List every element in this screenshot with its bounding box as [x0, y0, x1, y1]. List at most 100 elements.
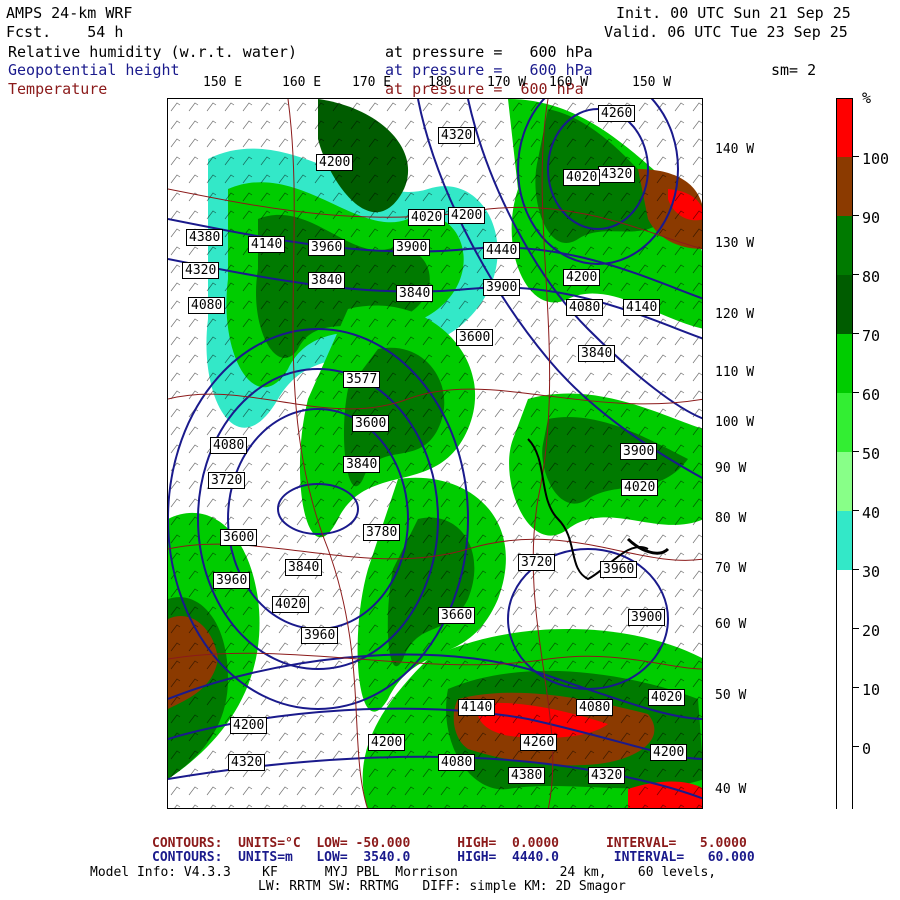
colorbar-label: 10	[862, 681, 881, 699]
height-label: 3840	[578, 345, 616, 362]
height-label: 3900	[620, 443, 658, 460]
height-label: 4260	[520, 734, 558, 751]
height-label: 4140	[623, 299, 661, 316]
height-label: 3660	[438, 607, 476, 624]
colorbar-label: 60	[862, 386, 881, 404]
height-label: 3960	[301, 627, 339, 644]
model-info-line1: Model Info: V4.3.3 KF MYJ PBL Morrison 2…	[90, 865, 717, 880]
colorbar-segment-white	[837, 570, 852, 810]
temperature-contour-info: CONTOURS: UNITS=°C LOW= -50.000 HIGH= 0.…	[152, 836, 747, 851]
colorbar-label: 100	[862, 150, 890, 168]
colorbar-label: 0	[862, 740, 872, 758]
height-label: 3600	[352, 415, 390, 432]
height-label: 4200	[230, 717, 268, 734]
colorbar-tick	[853, 333, 859, 334]
lat-label: 110 W	[715, 365, 755, 380]
height-label: 4020	[272, 596, 310, 613]
colorbar-tick	[853, 569, 859, 570]
colorbar-tick	[853, 156, 859, 157]
lat-label: 50 W	[715, 688, 747, 703]
height-label: 4200	[368, 734, 406, 751]
colorbar-label: 50	[862, 445, 881, 463]
field3-name: Temperature	[8, 80, 108, 98]
height-label: 4260	[598, 105, 636, 122]
colorbar-segment-50	[837, 393, 852, 452]
lat-label: 120 W	[715, 307, 755, 322]
colorbar-label: 80	[862, 268, 881, 286]
height-label: 3780	[363, 524, 401, 541]
height-label: 4020	[563, 169, 601, 186]
colorbar-tick	[853, 628, 859, 629]
colorbar-label: 90	[862, 209, 881, 227]
height-label: 3840	[308, 272, 346, 289]
height-label: 3900	[393, 239, 431, 256]
height-label: 4320	[438, 127, 476, 144]
height-label: 4440	[483, 242, 521, 259]
init-time: Init. 00 UTC Sun 21 Sep 25	[616, 4, 851, 22]
colorbar-tick	[853, 274, 859, 275]
lon-label: 150 W	[632, 75, 672, 90]
colorbar-segment-80	[837, 216, 852, 275]
field2-name: Geopotential height	[8, 61, 180, 79]
lon-label: 170 W	[487, 75, 527, 90]
colorbar-segment-100	[837, 99, 852, 157]
colorbar-label: 30	[862, 563, 881, 581]
height-label: 4380	[186, 229, 224, 246]
colorbar	[836, 98, 853, 810]
height-label: 4080	[576, 699, 614, 716]
height-label: 4140	[458, 699, 496, 716]
lon-label: 150 E	[203, 75, 243, 90]
field1-level: at pressure = 600 hPa	[385, 43, 593, 61]
map-panel: 4320 4320 4260 4020 4200 4200 4020 4440 …	[167, 98, 703, 809]
colorbar-unit: %	[862, 89, 872, 107]
height-label: 4080	[566, 299, 604, 316]
lon-label: 170 E	[352, 75, 392, 90]
lat-label: 130 W	[715, 236, 755, 251]
height-label: 3900	[628, 609, 666, 626]
height-label: 4320	[228, 754, 266, 771]
colorbar-tick	[853, 746, 859, 747]
forecast-hour: Fcst. 54 h	[6, 23, 124, 41]
colorbar-tick	[853, 215, 859, 216]
colorbar-segment-30	[837, 511, 852, 570]
height-label: 3600	[220, 529, 258, 546]
lat-label: 60 W	[715, 617, 747, 632]
lon-label: 180	[428, 75, 452, 90]
lat-label: 100 W	[715, 415, 755, 430]
height-label: 4200	[563, 269, 601, 286]
height-label: 3720	[518, 554, 556, 571]
colorbar-tick	[853, 510, 859, 511]
height-label: 4320	[598, 166, 636, 183]
colorbar-label: 40	[862, 504, 881, 522]
height-label: 3840	[285, 559, 323, 576]
lon-label: 160 W	[549, 75, 589, 90]
height-label: 4080	[438, 754, 476, 771]
colorbar-segment-90	[837, 157, 852, 216]
smoothing-label: sm= 2	[771, 61, 817, 79]
height-label: 3900	[483, 279, 521, 296]
colorbar-tick	[853, 392, 859, 393]
lat-label: 80 W	[715, 511, 747, 526]
height-label: 4200	[448, 207, 486, 224]
model-info-line2: LW: RRTM SW: RRTMG DIFF: simple KM: 2D S…	[258, 879, 626, 894]
valid-time: Valid. 06 UTC Tue 23 Sep 25	[604, 23, 848, 41]
lat-label: 90 W	[715, 461, 747, 476]
height-label: 4140	[248, 236, 286, 253]
height-label: 3577	[343, 371, 381, 388]
colorbar-label: 70	[862, 327, 881, 345]
height-label: 4020	[648, 689, 686, 706]
model-title: AMPS 24-km WRF	[6, 4, 133, 22]
lat-label: 140 W	[715, 142, 755, 157]
height-label: 3960	[213, 572, 251, 589]
height-label: 4380	[508, 767, 546, 784]
height-label: 3960	[600, 561, 638, 578]
colorbar-tick	[853, 451, 859, 452]
height-contour-info: CONTOURS: UNITS=m LOW= 3540.0 HIGH= 4440…	[152, 850, 755, 865]
height-label: 3600	[456, 329, 494, 346]
height-label: 3840	[343, 456, 381, 473]
height-label: 3840	[396, 285, 434, 302]
colorbar-label: 20	[862, 622, 881, 640]
height-label: 3720	[208, 472, 246, 489]
lat-label: 40 W	[715, 782, 747, 797]
colorbar-segment-60	[837, 334, 852, 393]
